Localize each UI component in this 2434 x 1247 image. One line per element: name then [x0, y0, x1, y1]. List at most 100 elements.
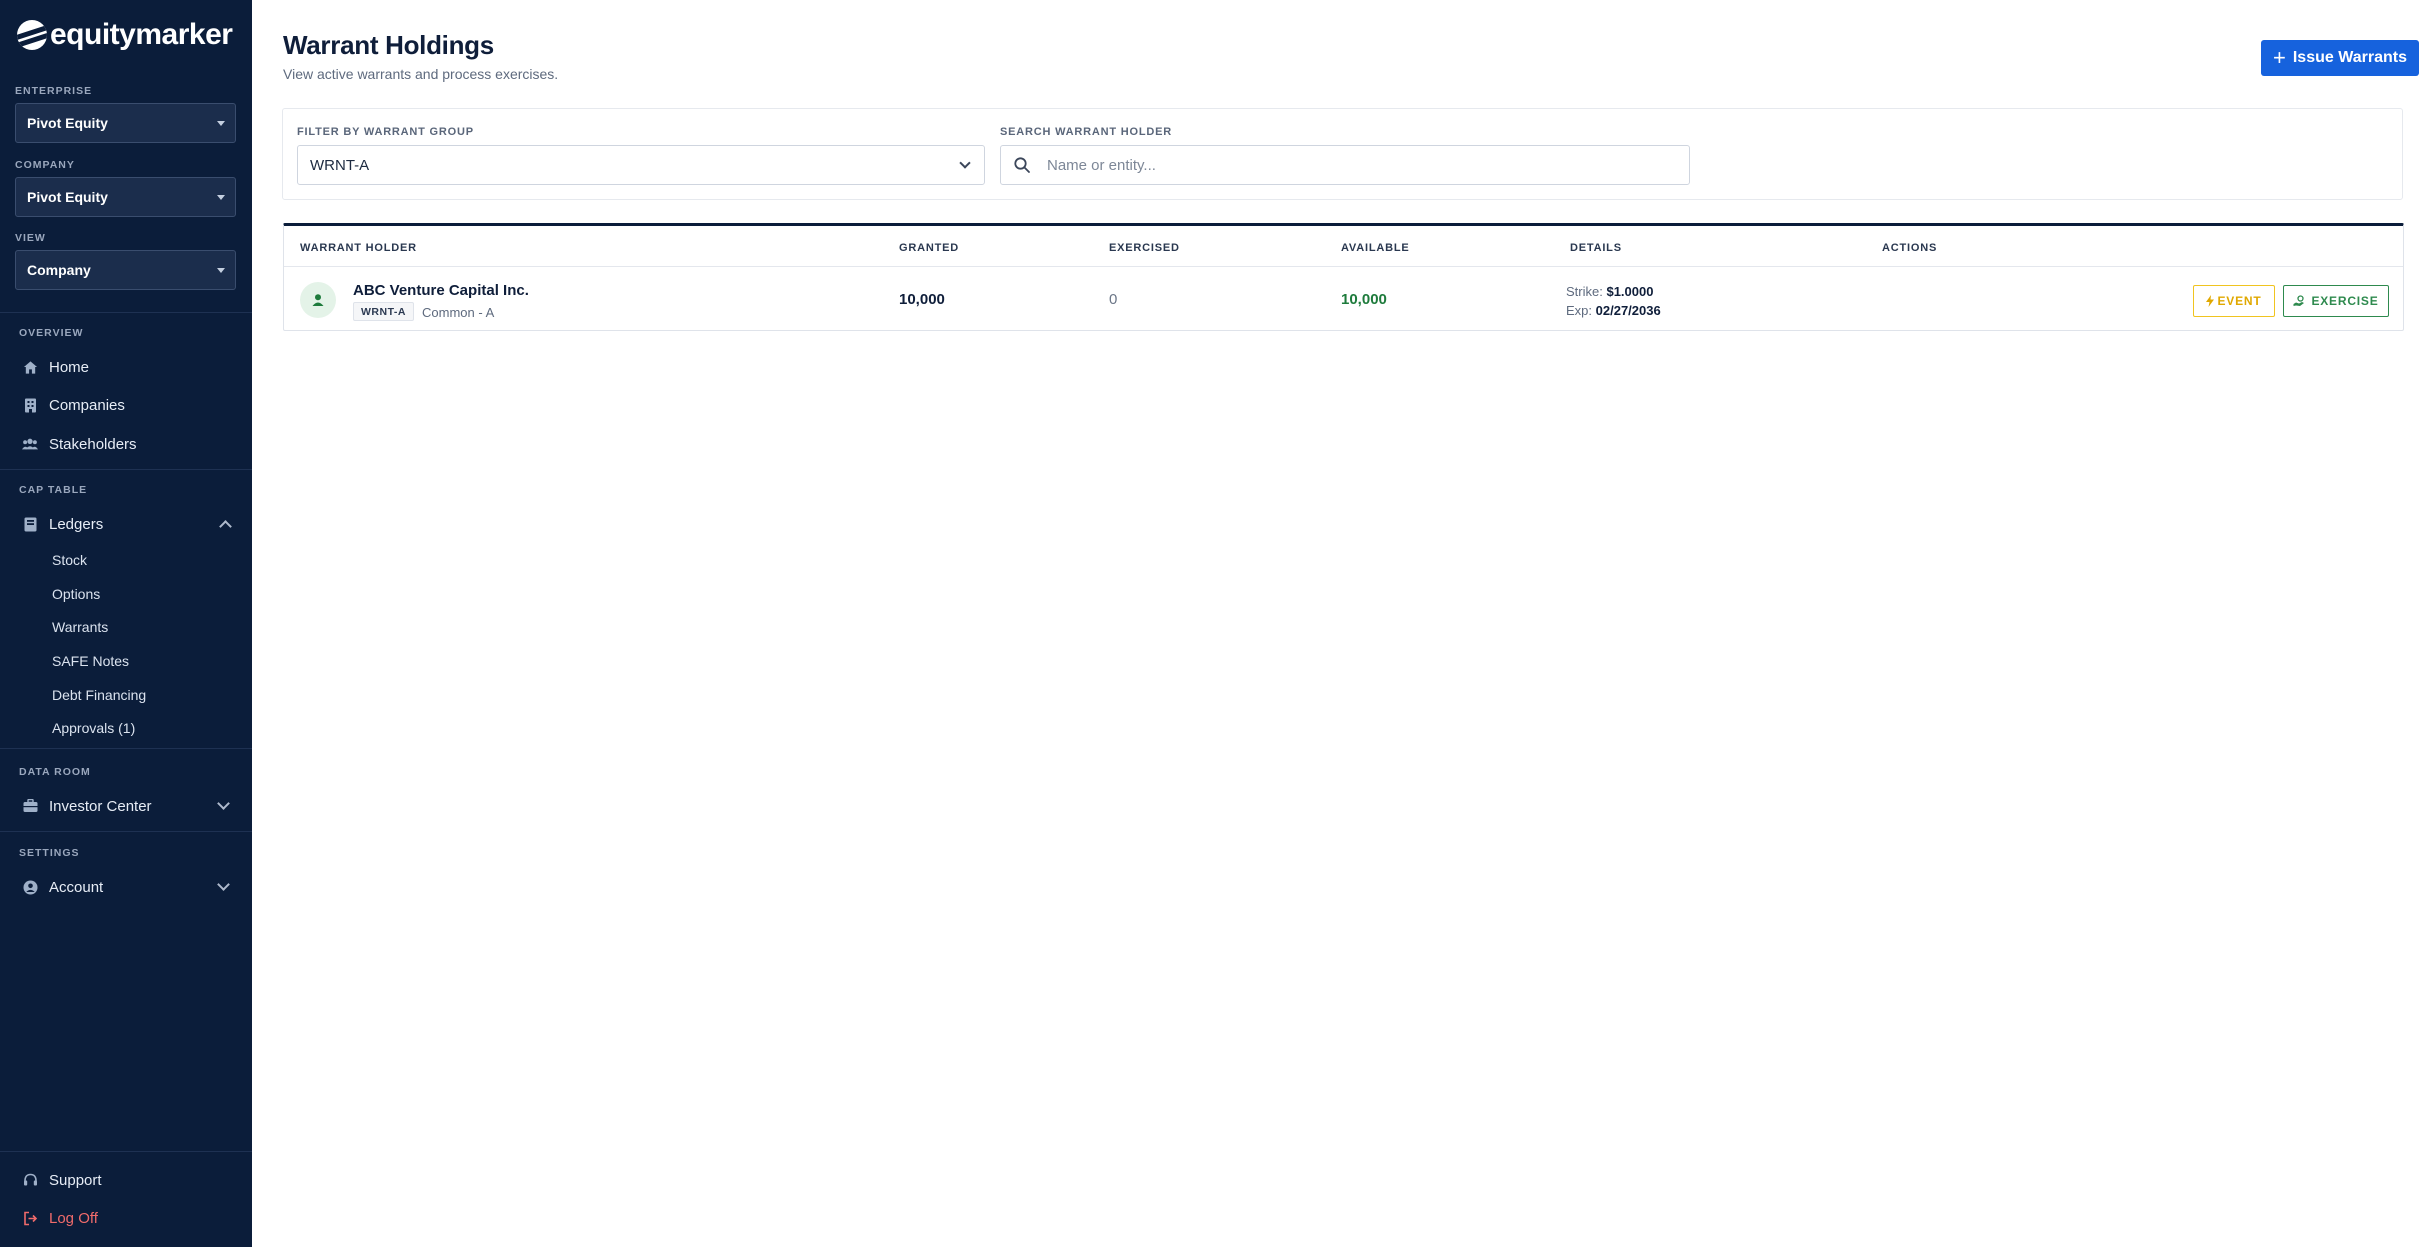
- users-icon: [22, 436, 38, 452]
- sidebar-divider: [0, 831, 252, 832]
- chevron-down-icon: [959, 157, 971, 169]
- filter-panel: FILTER BY WARRANT GROUP WRNT-A SEARCH WA…: [282, 108, 2403, 200]
- sidebar-item-support[interactable]: Support: [22, 1168, 102, 1192]
- exp-value: 02/27/2036: [1595, 303, 1661, 318]
- share-class: Common - A: [422, 305, 495, 320]
- holder-name[interactable]: ABC Venture Capital Inc.: [353, 282, 529, 299]
- sidebar-subitem-options[interactable]: Options: [52, 586, 100, 602]
- enterprise-select[interactable]: Pivot Equity: [15, 103, 236, 143]
- filter-group-label: FILTER BY WARRANT GROUP: [297, 126, 474, 138]
- sidebar-item-label: Support: [49, 1171, 102, 1189]
- section-overview: OVERVIEW: [19, 327, 84, 339]
- book-icon: [22, 516, 38, 532]
- page-title: Warrant Holdings: [283, 30, 494, 60]
- view-select[interactable]: Company: [15, 250, 236, 290]
- chevron-down-icon: [217, 797, 230, 810]
- available-value: 10,000: [1341, 291, 1387, 308]
- home-icon: [22, 359, 38, 375]
- sidebar-item-investor-center[interactable]: Investor Center: [22, 794, 230, 818]
- warrant-group-select[interactable]: WRNT-A: [297, 145, 985, 185]
- strike-value: $1.0000: [1606, 284, 1654, 299]
- hand-coins-icon: [2293, 295, 2305, 306]
- logout-icon: [22, 1210, 38, 1226]
- user-circle-icon: [22, 879, 38, 895]
- column-header-granted: GRANTED: [899, 242, 959, 254]
- briefcase-icon: [22, 798, 38, 814]
- column-header-available: AVAILABLE: [1341, 242, 1410, 254]
- equitymarker-logo-icon: [17, 20, 47, 50]
- event-button[interactable]: EVENT: [2193, 285, 2275, 317]
- sidebar-subitem-safe-notes[interactable]: SAFE Notes: [52, 653, 129, 669]
- caret-down-icon: [217, 268, 225, 273]
- view-label: VIEW: [15, 232, 46, 244]
- expiration-detail: Exp: 02/27/2036: [1566, 303, 1661, 318]
- headset-icon: [22, 1172, 38, 1188]
- strike-label: Strike:: [1566, 284, 1603, 299]
- column-header-details: DETAILS: [1570, 242, 1622, 254]
- exercised-value: 0: [1109, 291, 1118, 308]
- sidebar-item-log-off[interactable]: Log Off: [22, 1206, 98, 1230]
- company-label: COMPANY: [15, 159, 75, 171]
- issue-warrants-label: Issue Warrants: [2292, 49, 2407, 66]
- search-icon: [1014, 157, 1030, 173]
- brand-name: equitymarker: [50, 18, 233, 51]
- sidebar-item-label: Account: [49, 878, 104, 896]
- sidebar-item-companies[interactable]: Companies: [22, 393, 125, 417]
- warrant-holdings-table: WARRANT HOLDER GRANTED EXERCISED AVAILAB…: [283, 223, 2404, 331]
- section-data-room: DATA ROOM: [19, 766, 91, 778]
- company-select[interactable]: Pivot Equity: [15, 177, 236, 217]
- caret-down-icon: [217, 121, 225, 126]
- column-header-warrant-holder: WARRANT HOLDER: [300, 242, 417, 254]
- search-holder-box: [1000, 145, 1690, 185]
- plus-icon: +: [2273, 45, 2286, 70]
- sidebar-item-stakeholders[interactable]: Stakeholders: [22, 432, 137, 456]
- sidebar-item-label: Stakeholders: [49, 435, 137, 453]
- avatar: [300, 282, 336, 318]
- issue-warrants-button[interactable]: + Issue Warrants: [2261, 40, 2419, 76]
- enterprise-label: ENTERPRISE: [15, 85, 93, 97]
- sidebar-item-label: Home: [49, 358, 90, 376]
- sidebar: equitymarker ENTERPRISE Pivot Equity COM…: [0, 0, 252, 1247]
- exercise-button[interactable]: EXERCISE: [2283, 285, 2389, 317]
- view-select-value: Company: [27, 262, 91, 278]
- sidebar-divider: [0, 469, 252, 470]
- sidebar-item-label: Investor Center: [49, 797, 152, 815]
- section-cap-table: CAP TABLE: [19, 484, 88, 496]
- event-button-label: EVENT: [2217, 294, 2262, 308]
- company-select-value: Pivot Equity: [27, 189, 108, 205]
- sidebar-item-account[interactable]: Account: [22, 875, 230, 899]
- chevron-up-icon: [219, 520, 232, 533]
- sidebar-subitem-stock[interactable]: Stock: [52, 552, 87, 568]
- brand-logo[interactable]: equitymarker: [17, 18, 233, 52]
- header-divider: [284, 266, 2403, 267]
- search-holder-input[interactable]: [1047, 146, 1677, 184]
- lightning-icon: [2206, 295, 2215, 307]
- sidebar-divider: [0, 1151, 252, 1152]
- section-settings: SETTINGS: [19, 847, 80, 859]
- chevron-down-icon: [217, 878, 230, 891]
- warrant-group-select-value: WRNT-A: [310, 156, 370, 174]
- granted-value: 10,000: [899, 291, 945, 308]
- strike-detail: Strike: $1.0000: [1566, 284, 1653, 299]
- user-icon: [312, 294, 324, 306]
- sidebar-divider: [0, 312, 252, 313]
- sidebar-item-ledgers[interactable]: Ledgers: [22, 512, 232, 536]
- search-holder-label: SEARCH WARRANT HOLDER: [1000, 126, 1173, 138]
- sidebar-item-label: Log Off: [49, 1209, 98, 1227]
- building-icon: [22, 397, 38, 413]
- page-subtitle: View active warrants and process exercis…: [283, 66, 559, 82]
- sidebar-item-label: Ledgers: [49, 515, 104, 533]
- main-content: Warrant Holdings View active warrants an…: [252, 0, 2434, 1247]
- exercise-button-label: EXERCISE: [2311, 294, 2379, 308]
- exp-label: Exp:: [1566, 303, 1593, 318]
- column-header-actions: ACTIONS: [1882, 242, 1938, 254]
- warrant-group-tag: WRNT-A: [353, 302, 414, 321]
- sidebar-subitem-debt-financing[interactable]: Debt Financing: [52, 687, 146, 703]
- sidebar-subitem-warrants[interactable]: Warrants: [52, 619, 108, 635]
- sidebar-item-label: Companies: [49, 396, 125, 414]
- sidebar-item-home[interactable]: Home: [22, 355, 89, 379]
- sidebar-divider: [0, 748, 252, 749]
- sidebar-subitem-approvals[interactable]: Approvals (1): [52, 720, 135, 736]
- enterprise-select-value: Pivot Equity: [27, 115, 108, 131]
- column-header-exercised: EXERCISED: [1109, 242, 1180, 254]
